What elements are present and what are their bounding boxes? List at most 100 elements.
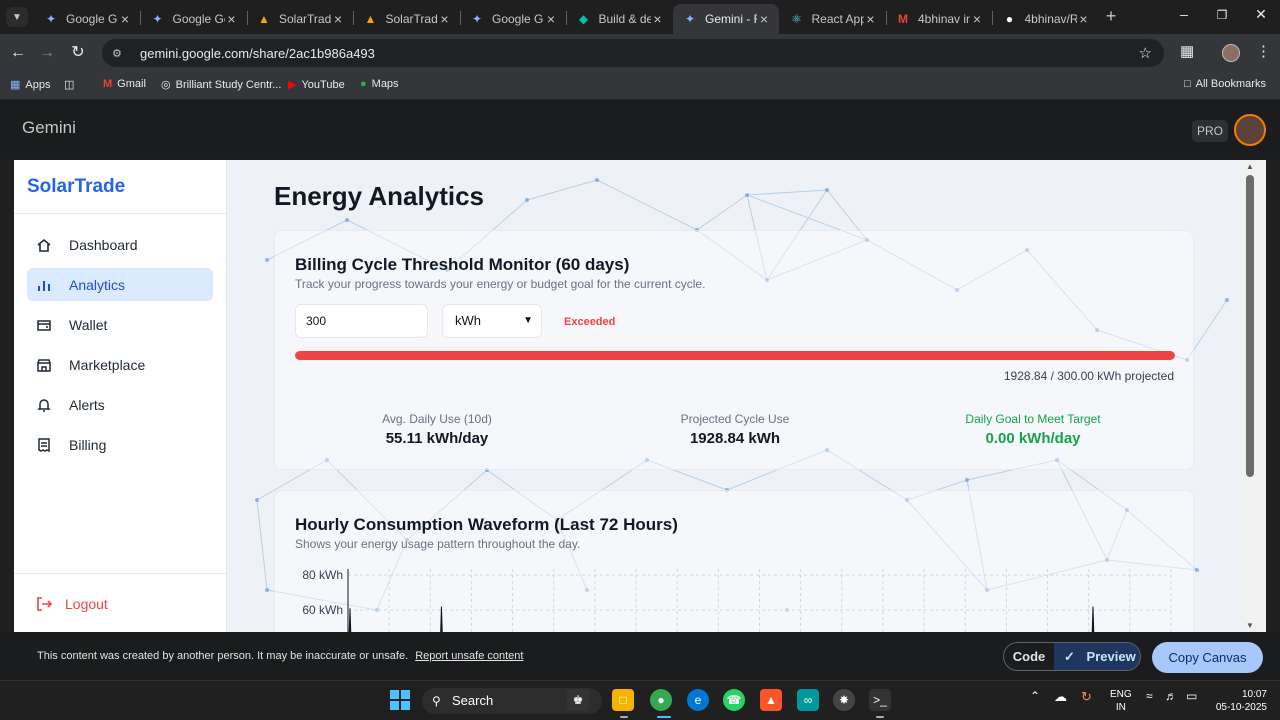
browser-tab[interactable]: ▲ SolarTrade× [247,4,353,34]
browser-tab[interactable]: ◆ Build & de × [567,4,673,34]
profile-avatar[interactable] [1222,44,1240,62]
scroll-up-icon[interactable]: ▲ [1244,162,1256,171]
bookmark-apps[interactable]: ▦ Apps [10,78,50,92]
globe-icon: ◎ [161,79,171,91]
bookmark-brilliant[interactable]: ◎ Brilliant Study Centr... [161,78,281,92]
close-tab-icon[interactable]: × [1077,11,1091,27]
sidebar-item-billing[interactable]: Billing [27,428,213,461]
report-unsafe-link[interactable]: Report unsafe content [415,650,523,662]
clock[interactable]: 10:07 05-10-2025 [1213,688,1267,714]
close-tab-icon[interactable]: × [544,11,558,27]
volume-icon[interactable]: ♬ [1165,689,1177,703]
y-tick-label: 60 kWh [302,603,343,617]
maps-pin-icon: ● [360,78,367,90]
tab-search-button[interactable]: ▼ [6,7,28,27]
gemini-title[interactable]: Gemini [22,118,76,138]
sidebar-item-wallet[interactable]: Wallet [27,308,213,341]
sidebar-item-marketplace[interactable]: Marketplace [27,348,213,381]
scroll-down-icon[interactable]: ▼ [1244,621,1256,630]
site-info-icon[interactable]: ⚙ [112,47,126,60]
cloud-icon[interactable]: ☁ [1054,689,1067,705]
arduino-icon[interactable]: ∞ [797,689,819,711]
brand-logo[interactable]: SolarTrade [27,176,125,198]
browser-tab[interactable]: ✦ Google Ge× [141,4,247,34]
edge-icon[interactable]: e [687,689,709,711]
address-bar[interactable]: ⚙ gemini.google.com/share/2ac1b986a493 ☆ [102,39,1164,67]
taskbar: ⚲ Search ♚ □ ● e ☎ ▲ ∞ ✸ >_ ⌃ ☁ ↻ ENG IN… [0,680,1280,720]
all-bookmarks[interactable]: □ All Bookmarks [1184,78,1266,90]
close-tab-icon[interactable]: × [970,11,984,27]
browser-tab[interactable]: ✦ Gemini - R × [673,4,779,34]
progress-fill [295,351,1175,360]
tab-title: Gemini - R [705,12,757,26]
extensions-icon[interactable]: ▦ [1180,42,1194,60]
brave-icon[interactable]: ▲ [760,689,782,711]
browser-tab[interactable]: ⚛ React App × [780,4,886,34]
battery-icon[interactable]: ▭ [1186,689,1197,703]
canvas-preview: SolarTrade Dashboard Analytics Wallet Marke… [14,160,1266,632]
gemini-header: Gemini PRO [0,100,1280,159]
projected-usage: 1928.84 / 300.00 kWh projected [1003,369,1174,383]
close-tab-icon[interactable]: × [438,11,452,27]
browser-menu-icon[interactable]: ⋮ [1256,42,1271,60]
code-tab[interactable]: Code [1004,643,1054,670]
bookmark-youtube[interactable]: ▶ YouTube [288,78,345,92]
close-tab-icon[interactable]: × [864,11,878,27]
close-tab-icon[interactable]: × [225,11,239,27]
browser-tab[interactable]: ▲ SolarTrade× [354,4,460,34]
close-window-icon[interactable]: ✕ [1249,6,1273,23]
whatsapp-icon[interactable]: ☎ [723,689,745,711]
close-tab-icon[interactable]: × [331,11,345,27]
chevron-down-icon: ▼ [12,11,22,23]
terminal-icon[interactable]: >_ [869,689,891,711]
sidebar-item-analytics[interactable]: Analytics [27,268,213,301]
sync-icon[interactable]: ↻ [1081,689,1092,705]
browser-tab[interactable]: M 4bhinav in × [886,4,992,34]
close-tab-icon[interactable]: × [757,11,771,27]
url-text[interactable]: gemini.google.com/share/2ac1b986a493 [140,46,375,61]
chatgpt-icon[interactable]: ✸ [833,689,855,711]
bookmark-gmail[interactable]: M Gmail [103,78,146,90]
bookmark-star-icon[interactable]: ☆ [1139,44,1152,62]
unit-select[interactable]: kWh ▼ [442,304,542,338]
disclaimer: This content was created by another pers… [37,650,524,662]
bookmarks-bar: ▦ Apps ◫ M Gmail ◎ Brilliant Study Centr… [0,72,1280,100]
bookmark-tab-groups[interactable]: ◫ [64,78,79,91]
logout-button[interactable]: Logout [36,596,108,612]
preview-tab[interactable]: ✓ Preview [1054,643,1140,670]
tab-title: Google Ge [492,12,544,26]
chrome-icon[interactable]: ● [650,689,672,711]
minimize-icon[interactable]: – [1172,6,1196,22]
sidebar-item-dashboard[interactable]: Dashboard [27,228,213,261]
pro-badge: PRO [1192,120,1228,142]
forward-icon[interactable]: → [37,43,57,63]
browser-tab[interactable]: ✦ Google Ge× [460,4,566,34]
sidebar-item-alerts[interactable]: Alerts [27,388,213,421]
new-tab-button[interactable]: + [1101,7,1121,27]
logout-icon [36,596,52,612]
goal-input[interactable]: 300 [295,304,428,338]
avatar[interactable] [1234,114,1266,146]
tab-title: Google Ge [172,12,225,26]
language-indicator[interactable]: ENG IN [1110,688,1132,714]
tray-chevron-icon[interactable]: ⌃ [1030,689,1040,703]
widget-icon[interactable]: ♚ [567,689,589,711]
file-explorer-icon[interactable]: □ [612,689,634,711]
wifi-icon[interactable]: ≈ [1146,689,1153,703]
home-icon [36,237,52,253]
back-icon[interactable]: ← [8,43,28,63]
browser-tab[interactable]: ✦ Google Ge× [34,4,140,34]
close-tab-icon[interactable]: × [651,11,665,27]
copy-canvas-button[interactable]: Copy Canvas [1152,642,1263,673]
tab-groups-icon: ◫ [64,79,75,91]
reload-icon[interactable]: ↻ [68,43,88,63]
close-tab-icon[interactable]: × [118,11,132,27]
gemini-icon: ✦ [45,12,57,26]
stat-label: Projected Cycle Use [680,412,790,426]
bookmark-maps[interactable]: ● Maps [360,78,399,90]
scrollbar-thumb[interactable] [1246,175,1254,477]
windows-start-icon[interactable] [389,689,411,711]
browser-tab[interactable]: ● 4bhinav/R × [993,4,1099,34]
firebase-icon: ▲ [364,12,377,26]
restore-icon[interactable]: ❐ [1210,8,1234,22]
